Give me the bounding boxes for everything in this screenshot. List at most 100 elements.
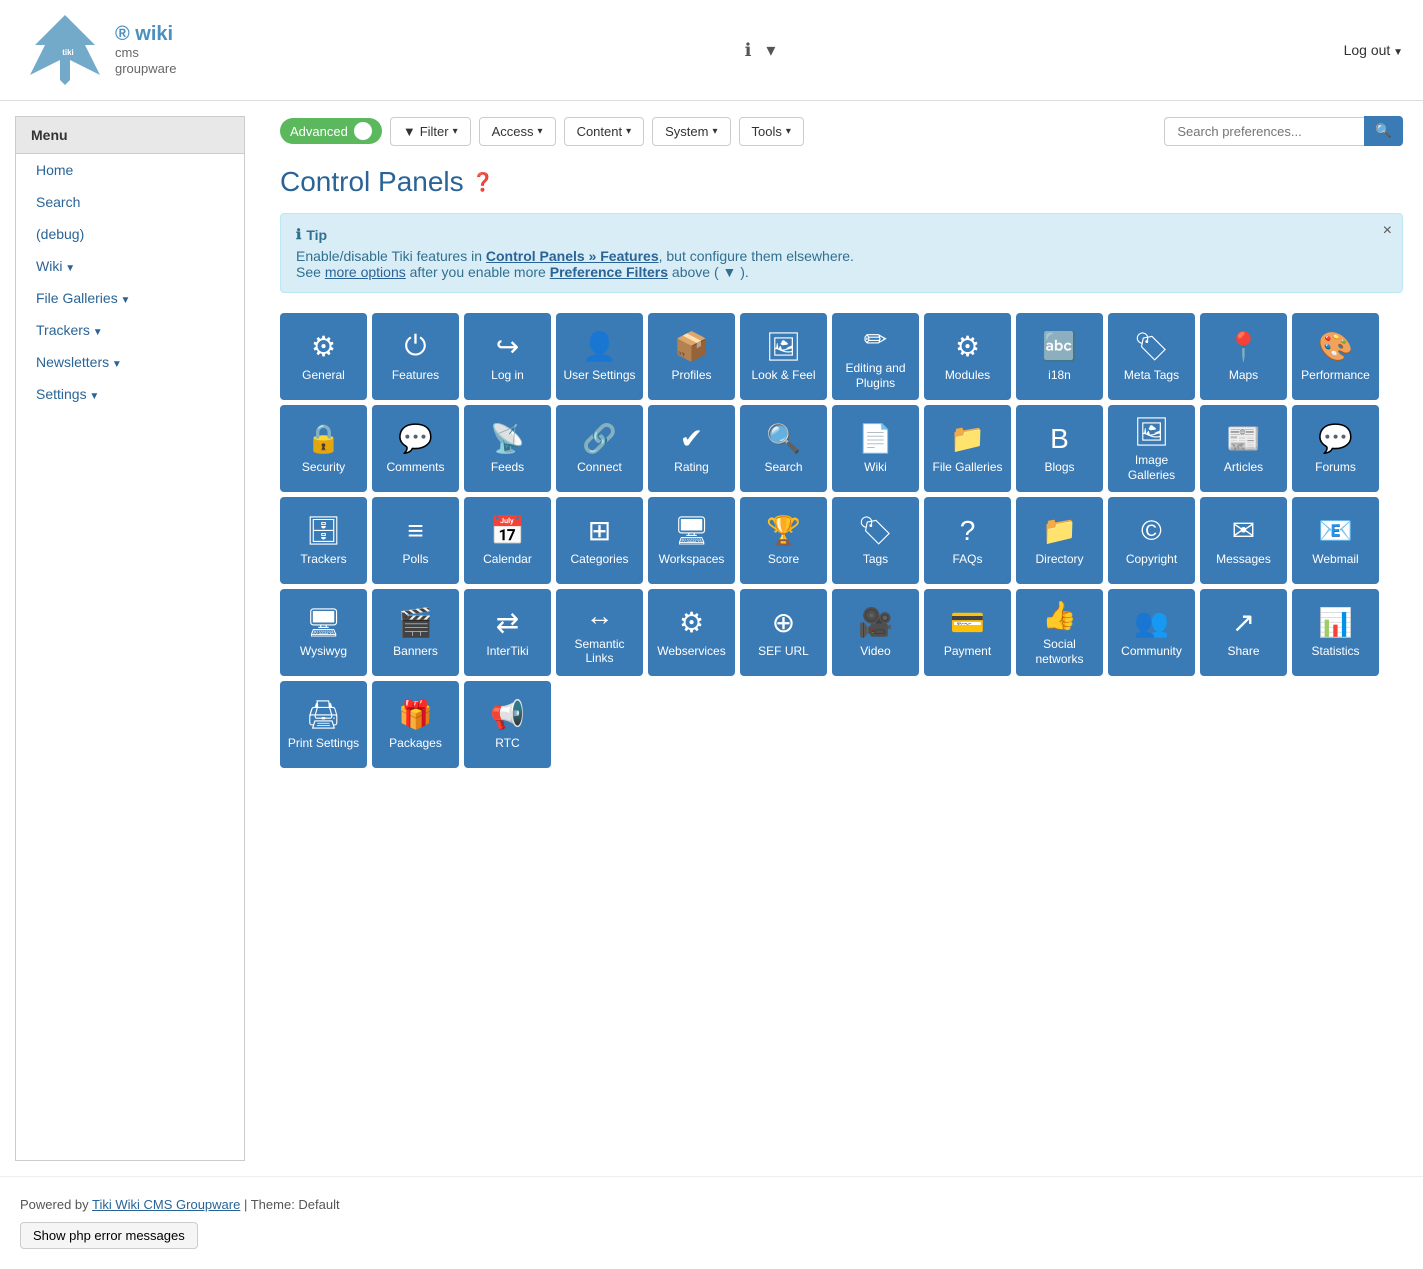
search-button[interactable]: 🔍 <box>1364 116 1403 146</box>
tile-trackers[interactable]: 🗄Trackers <box>280 497 367 584</box>
tile-social-networks[interactable]: 👍Social networks <box>1016 589 1103 676</box>
score-label: Score <box>768 552 799 566</box>
tile-webservices[interactable]: ⚙Webservices <box>648 589 735 676</box>
tip-link-preference-filters[interactable]: Preference Filters <box>550 264 668 280</box>
tile-polls[interactable]: ≡Polls <box>372 497 459 584</box>
workspaces-label: Workspaces <box>659 552 725 566</box>
search-box: 🔍 <box>1164 116 1403 146</box>
tile-feeds[interactable]: 📡Feeds <box>464 405 551 492</box>
webservices-icon: ⚙ <box>679 606 704 639</box>
logout-button[interactable]: Log out <box>1344 42 1403 58</box>
tile-categories[interactable]: ⊞Categories <box>556 497 643 584</box>
tile-editing-plugins[interactable]: ✏Editing and Plugins <box>832 313 919 400</box>
filter-button[interactable]: ▼ Filter ▾ <box>390 117 471 146</box>
tile-meta-tags[interactable]: 🏷Meta Tags <box>1108 313 1195 400</box>
sidebar-item-newsletters[interactable]: Newsletters <box>16 346 244 378</box>
search-input[interactable] <box>1164 117 1364 146</box>
tile-print-settings[interactable]: 🖨Print Settings <box>280 681 367 768</box>
tile-webmail[interactable]: 📧Webmail <box>1292 497 1379 584</box>
tile-rtc[interactable]: 📢RTC <box>464 681 551 768</box>
help-icon[interactable]: ❓ <box>472 172 494 193</box>
sidebar-item-trackers[interactable]: Trackers <box>16 314 244 346</box>
faqs-icon: ? <box>960 515 976 547</box>
tile-video[interactable]: 🎥Video <box>832 589 919 676</box>
tile-profiles[interactable]: 📦Profiles <box>648 313 735 400</box>
sidebar-item-settings[interactable]: Settings <box>16 378 244 410</box>
tile-image-galleries[interactable]: 🖼Image Galleries <box>1108 405 1195 492</box>
tile-calendar[interactable]: 📅Calendar <box>464 497 551 584</box>
tile-payment[interactable]: 💳Payment <box>924 589 1011 676</box>
tile-wysiwyg[interactable]: 🖥Wysiwyg <box>280 589 367 676</box>
system-button[interactable]: System ▾ <box>652 117 730 146</box>
info-icon[interactable]: ℹ <box>745 40 752 61</box>
tile-wiki[interactable]: 📄Wiki <box>832 405 919 492</box>
access-button[interactable]: Access ▾ <box>479 117 556 146</box>
sidebar-item-search[interactable]: Search <box>16 186 244 218</box>
tile-security[interactable]: 🔒Security <box>280 405 367 492</box>
tile-workspaces[interactable]: 🖥Workspaces <box>648 497 735 584</box>
webmail-label: Webmail <box>1312 552 1358 566</box>
tile-comments[interactable]: 💬Comments <box>372 405 459 492</box>
tile-search[interactable]: 🔍Search <box>740 405 827 492</box>
tile-blogs[interactable]: BBlogs <box>1016 405 1103 492</box>
banners-label: Banners <box>393 644 438 658</box>
advanced-toggle[interactable]: Advanced <box>280 118 382 144</box>
tags-icon: 🏷 <box>858 514 894 547</box>
tile-faqs[interactable]: ?FAQs <box>924 497 1011 584</box>
tile-banners[interactable]: 🎬Banners <box>372 589 459 676</box>
tile-score[interactable]: 🏆Score <box>740 497 827 584</box>
tile-modules[interactable]: ⚙Modules <box>924 313 1011 400</box>
tags-label: Tags <box>863 552 888 566</box>
tile-articles[interactable]: 📰Articles <box>1200 405 1287 492</box>
tile-user-settings[interactable]: 👤User Settings <box>556 313 643 400</box>
toggle-circle <box>354 122 372 140</box>
tile-share[interactable]: ↗Share <box>1200 589 1287 676</box>
sidebar-item-debug[interactable]: (debug) <box>16 218 244 250</box>
svg-text:tiki: tiki <box>62 48 74 57</box>
articles-icon: 📰 <box>1226 422 1261 455</box>
tools-button[interactable]: Tools ▾ <box>739 117 804 146</box>
tile-general[interactable]: ⚙General <box>280 313 367 400</box>
powered-by-link[interactable]: Tiki Wiki CMS Groupware <box>92 1197 240 1212</box>
semantic-links-icon: ↔ <box>586 600 614 632</box>
tile-connect[interactable]: 🔗Connect <box>556 405 643 492</box>
tile-copyright[interactable]: ©Copyright <box>1108 497 1195 584</box>
tile-sef-url[interactable]: ⊕SEF URL <box>740 589 827 676</box>
tile-community[interactable]: 👥Community <box>1108 589 1195 676</box>
tile-performance[interactable]: 🎨Performance <box>1292 313 1379 400</box>
tile-packages[interactable]: 🎁Packages <box>372 681 459 768</box>
tile-log-in[interactable]: ↪Log in <box>464 313 551 400</box>
editing-plugins-icon: ✏ <box>864 323 887 356</box>
performance-label: Performance <box>1301 368 1370 382</box>
show-errors-button[interactable]: Show php error messages <box>20 1222 198 1249</box>
trackers-label: Trackers <box>300 552 346 566</box>
sidebar-item-file-galleries[interactable]: File Galleries <box>16 282 244 314</box>
tile-semantic-links[interactable]: ↔ Semantic Links <box>556 589 643 676</box>
feeds-icon: 📡 <box>490 422 525 455</box>
rating-label: Rating <box>674 460 709 474</box>
dropdown-icon[interactable]: ▾ <box>766 40 775 61</box>
tile-tags[interactable]: 🏷 Tags <box>832 497 919 584</box>
print-settings-label: Print Settings <box>288 736 359 750</box>
tile-forums[interactable]: 💬Forums <box>1292 405 1379 492</box>
tile-i18n[interactable]: 🔤i18n <box>1016 313 1103 400</box>
content-button[interactable]: Content ▾ <box>564 117 645 146</box>
packages-label: Packages <box>389 736 442 750</box>
calendar-icon: 📅 <box>490 514 525 547</box>
tile-features[interactable]: ⏻Features <box>372 313 459 400</box>
sidebar-item-home[interactable]: Home <box>16 154 244 186</box>
semantic-links-label: Semantic Links <box>561 637 638 666</box>
tile-look-feel[interactable]: 🖼Look & Feel <box>740 313 827 400</box>
tip-link-features[interactable]: Control Panels » Features <box>486 248 659 264</box>
tile-rating[interactable]: ✔Rating <box>648 405 735 492</box>
tile-maps[interactable]: 📍Maps <box>1200 313 1287 400</box>
tile-messages[interactable]: ✉Messages <box>1200 497 1287 584</box>
tile-intertiki[interactable]: ⇄InterTiki <box>464 589 551 676</box>
connect-icon: 🔗 <box>582 422 617 455</box>
tip-close-button[interactable]: × <box>1383 222 1392 240</box>
tile-statistics[interactable]: 📊Statistics <box>1292 589 1379 676</box>
tip-link-more-options[interactable]: more options <box>325 264 406 280</box>
tile-file-galleries[interactable]: 📁File Galleries <box>924 405 1011 492</box>
tile-directory[interactable]: 📁Directory <box>1016 497 1103 584</box>
sidebar-item-wiki[interactable]: Wiki <box>16 250 244 282</box>
